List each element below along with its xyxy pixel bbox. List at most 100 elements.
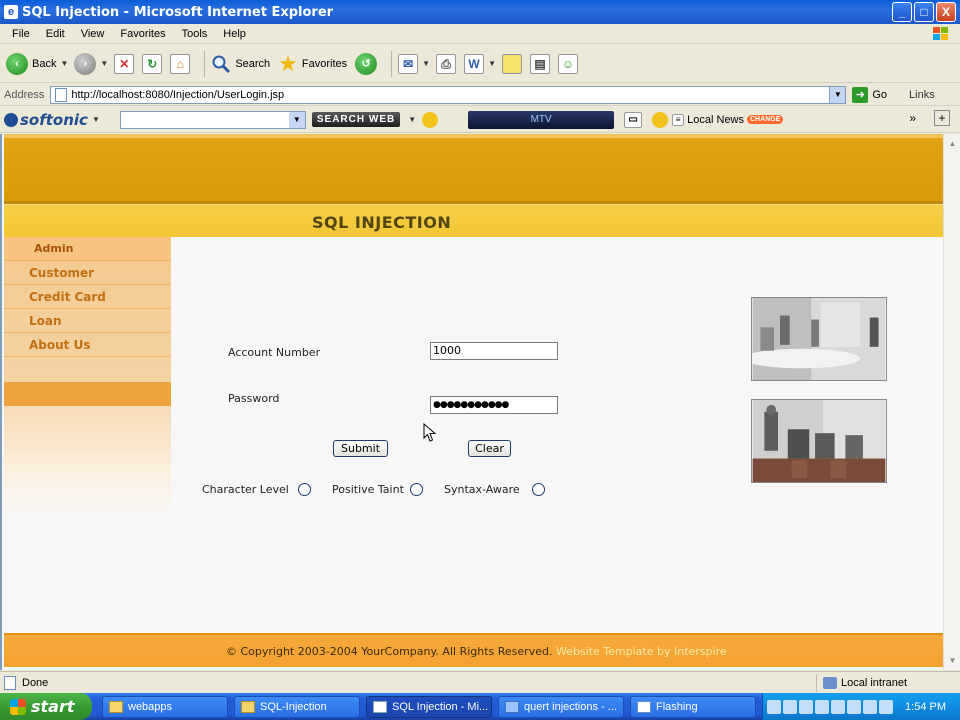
menu-edit[interactable]: Edit <box>38 28 73 40</box>
zone-label: Local intranet <box>841 677 908 689</box>
task-sql-injection-folder[interactable]: SQL-Injection <box>234 696 360 718</box>
menu-favorites[interactable]: Favorites <box>112 28 173 40</box>
go-arrow-icon: ➜ <box>852 86 869 103</box>
research-icon: ▤ <box>530 53 550 74</box>
scroll-down-icon[interactable]: ▼ <box>945 653 960 668</box>
account-number-field[interactable]: 1000 <box>430 342 558 360</box>
window-titlebar[interactable]: e SQL Injection - Microsoft Internet Exp… <box>0 0 960 24</box>
sidebar-item-credit-card[interactable]: Credit Card <box>4 285 171 309</box>
edit-dropdown-icon[interactable]: ▼ <box>488 59 496 68</box>
smiley-icon[interactable] <box>422 111 439 128</box>
search-icon <box>212 55 231 73</box>
sidebar-item-customer[interactable]: Customer <box>4 261 171 285</box>
tray-network-icon[interactable] <box>783 699 797 714</box>
sidebar-item-admin[interactable]: Admin <box>4 237 171 261</box>
search-web-dropdown-icon[interactable]: ▼ <box>408 115 416 124</box>
character-level-label: Character Level <box>202 483 289 496</box>
tray-antivirus-icon[interactable] <box>863 699 877 714</box>
scroll-up-icon[interactable]: ▲ <box>945 136 960 151</box>
folder-icon <box>241 701 255 713</box>
address-input[interactable]: http://localhost:8080/Injection/UserLogi… <box>50 85 847 104</box>
syntax-aware-radio[interactable] <box>532 483 545 496</box>
mail-button[interactable]: ✉ <box>398 53 419 74</box>
back-dropdown-icon[interactable]: ▼ <box>60 59 68 68</box>
menu-file[interactable]: File <box>4 28 38 40</box>
clear-button[interactable]: Clear <box>468 440 511 457</box>
task-flashing[interactable]: Flashing <box>630 696 756 718</box>
favorites-button[interactable]: ★ Favorites <box>278 50 347 76</box>
close-button[interactable]: X <box>936 2 956 22</box>
tray-update-icon[interactable] <box>879 699 893 714</box>
back-arrow-icon: ‹ <box>6 52 28 75</box>
mail-icon: ✉ <box>398 53 419 74</box>
tray-sync-icon[interactable] <box>831 699 845 714</box>
refresh-button[interactable]: ↻ <box>142 53 163 74</box>
page-done-icon <box>4 675 16 690</box>
tray-security-icon[interactable] <box>799 699 813 714</box>
sidebar-item-loan[interactable]: Loan <box>4 309 171 333</box>
forward-arrow-icon: › <box>74 52 97 75</box>
submit-button[interactable]: Submit <box>333 440 388 457</box>
star-icon: ★ <box>278 50 298 76</box>
presentation-photo <box>751 399 887 483</box>
task-label: quert injections - ... <box>524 701 617 713</box>
character-level-radio[interactable] <box>298 483 311 496</box>
start-button[interactable]: start <box>0 693 92 720</box>
site-header-banner <box>4 134 943 204</box>
tv-icon[interactable]: ▭ <box>624 111 643 128</box>
maximize-button[interactable]: □ <box>914 2 934 22</box>
tray-volume-icon[interactable] <box>847 699 861 714</box>
edit-button[interactable]: W <box>464 53 485 74</box>
softonic-search-dropdown-icon[interactable]: ▼ <box>288 111 305 128</box>
taskbar-clock[interactable]: 1:54 PM <box>905 701 946 713</box>
menu-view[interactable]: View <box>73 28 113 40</box>
windows-logo-icon <box>933 27 948 40</box>
toolbar-overflow-icon[interactable]: » <box>909 111 916 125</box>
mail-dropdown-icon[interactable]: ▼ <box>422 59 430 68</box>
softonic-search-input[interactable]: ▼ <box>119 110 306 129</box>
forward-button[interactable]: › <box>74 52 97 75</box>
home-button[interactable]: ⌂ <box>170 53 191 74</box>
site-title: SQL INJECTION <box>312 213 452 232</box>
softonic-menu-dropdown-icon[interactable]: ▼ <box>92 115 100 124</box>
history-button[interactable]: ↺ <box>355 52 378 75</box>
address-dropdown-icon[interactable]: ▼ <box>829 86 846 103</box>
menu-help[interactable]: Help <box>215 28 254 40</box>
login-content: Account Number 1000 Password ●●●●●●●●●●●… <box>172 237 943 633</box>
task-sql-injection-ie[interactable]: SQL Injection - Mi... <box>366 696 492 718</box>
search-web-button[interactable]: SEARCH WEB <box>311 112 401 127</box>
smiley-icon[interactable] <box>652 111 669 128</box>
add-tab-icon[interactable]: + <box>934 110 950 126</box>
print-button[interactable]: ⎙ <box>436 53 457 74</box>
menu-tools[interactable]: Tools <box>174 28 216 40</box>
research-button[interactable]: ▤ <box>530 53 550 74</box>
window-title: SQL Injection - Microsoft Internet Explo… <box>22 4 334 20</box>
search-button[interactable]: Search <box>211 54 270 74</box>
tray-arrow-icon[interactable] <box>767 699 781 714</box>
local-news-button[interactable]: ≡ Local News CHANGE <box>672 113 784 126</box>
positive-taint-radio[interactable] <box>410 483 423 496</box>
site-title-band: SQL INJECTION <box>4 204 943 237</box>
stop-button[interactable]: ✕ <box>114 53 135 74</box>
mouse-cursor-icon <box>423 423 437 442</box>
links-button[interactable]: Links <box>909 89 935 101</box>
go-button[interactable]: ➜ Go <box>852 86 887 103</box>
refresh-icon: ↻ <box>142 53 163 74</box>
forward-dropdown-icon[interactable]: ▼ <box>100 59 108 68</box>
task-webapps[interactable]: webapps <box>102 696 228 718</box>
footer-credit-link[interactable]: Website Template by Interspire <box>552 645 727 658</box>
change-badge[interactable]: CHANGE <box>747 115 784 124</box>
password-field[interactable]: ●●●●●●●●●●● <box>430 396 558 414</box>
discuss-button[interactable] <box>502 53 522 74</box>
tray-messenger-icon[interactable] <box>815 699 829 714</box>
back-button[interactable]: ‹ Back <box>6 52 56 75</box>
task-quert-injections[interactable]: quert injections - ... <box>498 696 624 718</box>
vertical-scrollbar[interactable]: ▲ ▼ <box>943 134 960 670</box>
minimize-button[interactable]: _ <box>892 2 912 22</box>
media-player-bar[interactable]: MTV <box>468 110 615 129</box>
toolbar-separator <box>204 50 206 77</box>
start-label: start <box>31 697 75 716</box>
sidebar-item-about-us[interactable]: About Us <box>4 333 171 357</box>
messenger-button[interactable]: ☺ <box>558 53 578 74</box>
softonic-logo[interactable]: softonic <box>4 111 88 129</box>
